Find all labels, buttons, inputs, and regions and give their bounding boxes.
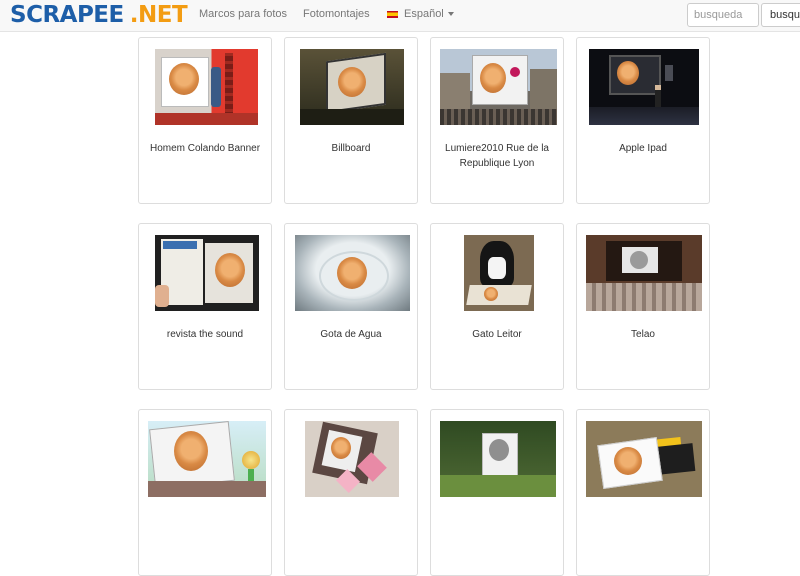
- logo-suffix: .NET: [129, 2, 188, 28]
- site-logo[interactable]: SCRAPEE .NET: [10, 2, 188, 28]
- frame-card[interactable]: Lumiere2010 Rue de la Republique Lyon: [430, 37, 564, 204]
- frame-thumbnail: [295, 235, 410, 311]
- frame-title: Apple Ipad: [619, 143, 667, 154]
- frame-thumbnail: [148, 421, 266, 497]
- top-navbar: SCRAPEE .NET Marcos para fotos Fotomonta…: [0, 0, 800, 32]
- frame-thumbnail: [305, 421, 399, 497]
- frame-card[interactable]: [576, 409, 710, 576]
- frame-title: Telao: [631, 329, 655, 340]
- frame-title: Gota de Agua: [320, 329, 382, 340]
- frame-thumbnail: [155, 49, 258, 125]
- frame-card[interactable]: [138, 409, 272, 576]
- frame-title: Lumiere2010 Rue de la Republique Lyon: [445, 143, 549, 169]
- frame-card[interactable]: [284, 409, 418, 576]
- frame-card[interactable]: Apple Ipad: [576, 37, 710, 204]
- nav-link-marcos[interactable]: Marcos para fotos: [199, 8, 287, 20]
- frame-thumbnail: [440, 49, 557, 125]
- language-label: Español: [404, 8, 444, 20]
- language-dropdown[interactable]: Español: [387, 8, 454, 20]
- search-button[interactable]: busqueda: [761, 3, 800, 27]
- frame-thumbnail: [589, 49, 699, 125]
- search-input[interactable]: [687, 3, 759, 27]
- frame-card[interactable]: revista the sound: [138, 223, 272, 390]
- frame-card[interactable]: Gato Leitor: [430, 223, 564, 390]
- caret-down-icon: [447, 12, 454, 16]
- frame-thumbnail: [155, 235, 259, 311]
- frame-title: Gato Leitor: [472, 329, 522, 340]
- frame-thumbnail: [464, 235, 534, 311]
- logo-text: SCRAPEE: [10, 2, 124, 28]
- spain-flag-icon: [387, 10, 398, 18]
- frame-card[interactable]: Gota de Agua: [284, 223, 418, 390]
- frame-title: revista the sound: [166, 329, 244, 340]
- frame-card[interactable]: [430, 409, 564, 576]
- nav-link-fotomontajes[interactable]: Fotomontajes: [303, 8, 370, 20]
- frame-card[interactable]: Billboard: [284, 37, 418, 204]
- frame-title: Homem Colando Banner: [149, 143, 261, 154]
- frame-card[interactable]: Homem Colando Banner: [138, 37, 272, 204]
- frame-thumbnail: [440, 421, 556, 497]
- frame-card[interactable]: Telao: [576, 223, 710, 390]
- frame-thumbnail: [300, 49, 404, 125]
- frame-thumbnail: [586, 421, 702, 497]
- frame-title: Billboard: [331, 143, 371, 154]
- frame-thumbnail: [586, 235, 702, 311]
